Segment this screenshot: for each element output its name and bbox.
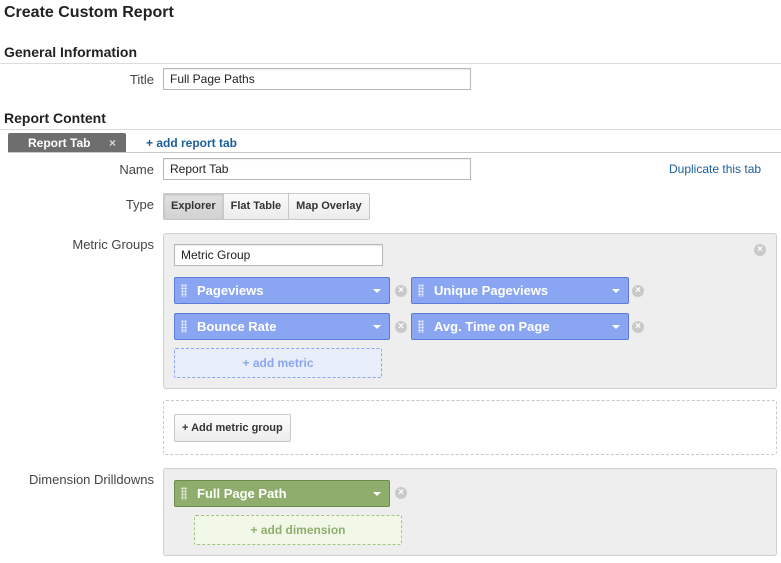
title-input[interactable] [163, 68, 471, 90]
metric-pill-pageviews[interactable]: Pageviews [174, 277, 390, 304]
close-icon[interactable]: × [109, 133, 116, 153]
remove-metric-icon[interactable]: × [395, 321, 407, 333]
dimension-label: Full Page Path [197, 486, 287, 501]
duplicate-tab-link[interactable]: Duplicate this tab [669, 162, 761, 176]
metric-groups-label: Metric Groups [72, 237, 154, 252]
chevron-down-icon[interactable] [612, 325, 620, 329]
chevron-down-icon[interactable] [373, 492, 381, 496]
type-explorer-button[interactable]: Explorer [164, 194, 224, 219]
add-metric-button[interactable]: + add metric [174, 348, 382, 378]
chevron-down-icon[interactable] [612, 289, 620, 293]
drag-handle-icon[interactable] [181, 320, 187, 333]
metric-label: Avg. Time on Page [434, 319, 550, 334]
drag-handle-icon[interactable] [418, 320, 424, 333]
title-label: Title [129, 72, 154, 87]
remove-dimension-icon[interactable]: × [395, 487, 407, 499]
metric-label: Bounce Rate [197, 319, 277, 334]
drag-handle-icon[interactable] [418, 284, 424, 297]
metric-group-name-input[interactable] [174, 244, 383, 266]
remove-group-icon[interactable]: × [754, 244, 766, 256]
type-map-overlay-button[interactable]: Map Overlay [289, 194, 368, 219]
tab-underline [8, 152, 781, 153]
name-input[interactable] [163, 158, 471, 180]
section-divider [0, 63, 781, 64]
type-selector: Explorer Flat Table Map Overlay [163, 193, 370, 220]
general-information-heading: General Information [4, 44, 138, 60]
section-divider [0, 129, 781, 130]
add-dimension-button[interactable]: + add dimension [194, 515, 402, 545]
add-report-tab-link[interactable]: + add report tab [146, 136, 237, 150]
drag-handle-icon[interactable] [181, 284, 187, 297]
remove-metric-icon[interactable]: × [632, 321, 644, 333]
dimension-drilldowns-label: Dimension Drilldowns [29, 472, 154, 487]
name-label: Name [119, 162, 154, 177]
metric-pill-bounce-rate[interactable]: Bounce Rate [174, 313, 390, 340]
chevron-down-icon[interactable] [373, 325, 381, 329]
dimension-pill-full-page-path[interactable]: Full Page Path [174, 480, 390, 507]
metric-pill-avg-time-on-page[interactable]: Avg. Time on Page [411, 313, 629, 340]
page-title: Create Custom Report [4, 4, 174, 21]
metric-label: Unique Pageviews [434, 283, 549, 298]
report-content-heading: Report Content [4, 110, 106, 126]
type-flat-table-button[interactable]: Flat Table [224, 194, 290, 219]
type-label: Type [125, 197, 154, 212]
metric-pill-unique-pageviews[interactable]: Unique Pageviews [411, 277, 629, 304]
remove-metric-icon[interactable]: × [395, 285, 407, 297]
add-metric-group-button[interactable]: + Add metric group [174, 414, 291, 442]
tab-label: Report Tab [28, 136, 91, 150]
drag-handle-icon[interactable] [181, 487, 187, 500]
remove-metric-icon[interactable]: × [632, 285, 644, 297]
chevron-down-icon[interactable] [373, 289, 381, 293]
metric-label: Pageviews [197, 283, 264, 298]
tab-report-tab[interactable]: Report Tab × [8, 133, 126, 153]
